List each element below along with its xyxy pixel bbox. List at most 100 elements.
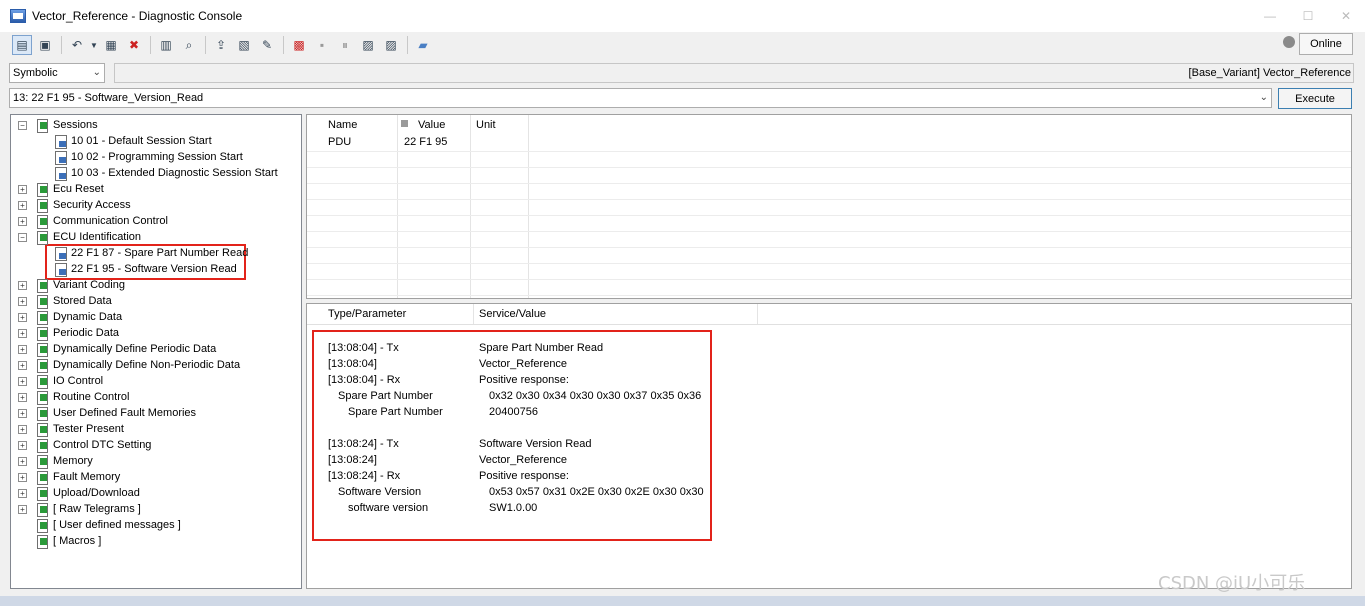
tree-folder[interactable]: Stored Data xyxy=(35,293,112,309)
delete-icon[interactable]: ✖ xyxy=(124,35,144,55)
folder-icon xyxy=(35,470,49,485)
tree-folder[interactable]: Tester Present xyxy=(35,421,124,437)
expand-icon[interactable]: + xyxy=(18,425,27,434)
expand-icon[interactable]: + xyxy=(18,457,27,466)
expand-icon[interactable]: + xyxy=(18,329,27,338)
online-button[interactable]: Online xyxy=(1299,33,1353,55)
tree-folder[interactable]: Sessions xyxy=(35,117,98,133)
log-parameter: [13:08:04] xyxy=(328,358,377,370)
tree-service[interactable]: 10 03 - Extended Diagnostic Session Star… xyxy=(53,165,278,181)
tree-folder[interactable]: IO Control xyxy=(35,373,103,389)
tree-service[interactable]: 22 F1 87 - Spare Part Number Read xyxy=(53,245,248,261)
save-icon[interactable]: ▥ xyxy=(156,35,176,55)
service-select[interactable]: 13: 22 F1 95 - Software_Version_Read ⌄ xyxy=(9,88,1272,108)
record-icon[interactable]: ▩ xyxy=(289,35,309,55)
column-header-unit[interactable]: Unit xyxy=(476,119,496,131)
row-divider xyxy=(307,231,1351,232)
tree-folder[interactable]: Routine Control xyxy=(35,389,129,405)
toolbar-separator xyxy=(407,36,408,54)
expand-icon[interactable]: + xyxy=(18,185,27,194)
tree-item-label: Fault Memory xyxy=(53,471,121,483)
export-icon[interactable]: ⇪ xyxy=(211,35,231,55)
expand-icon[interactable]: + xyxy=(18,393,27,402)
tree-folder[interactable]: Dynamic Data xyxy=(35,309,122,325)
edit-document-icon[interactable]: ✎ xyxy=(257,35,277,55)
mode-select[interactable]: Symbolic ⌄ xyxy=(9,63,105,83)
pause-icon[interactable]: ⏸ xyxy=(335,35,355,55)
tree-folder[interactable]: Periodic Data xyxy=(35,325,119,341)
app-icon xyxy=(10,9,26,23)
undo-icon[interactable]: ↶ xyxy=(67,35,87,55)
row-divider xyxy=(307,247,1351,248)
device-icon[interactable]: ▨ xyxy=(358,35,378,55)
tree-folder[interactable]: [ Raw Telegrams ] xyxy=(35,501,141,517)
tree-item-label: 22 F1 87 - Spare Part Number Read xyxy=(71,247,249,259)
console-view-icon[interactable]: ▤ xyxy=(12,35,32,55)
param-value[interactable]: 22 F1 95 xyxy=(404,136,447,148)
tree-folder[interactable]: Dynamically Define Periodic Data xyxy=(35,341,216,357)
tree-item-label: [ User defined messages ] xyxy=(53,519,181,531)
collapse-icon[interactable]: − xyxy=(18,121,27,130)
expand-icon[interactable]: + xyxy=(18,297,27,306)
scroll-area-right xyxy=(1355,114,1365,589)
tree-service[interactable]: 10 02 - Programming Session Start xyxy=(53,149,243,165)
expand-icon[interactable]: + xyxy=(18,489,27,498)
expand-icon[interactable]: + xyxy=(18,217,27,226)
row-divider xyxy=(307,167,1351,168)
document-icon[interactable]: ▧ xyxy=(234,35,254,55)
row-divider xyxy=(307,279,1351,280)
expand-icon[interactable]: + xyxy=(18,473,27,482)
service-document-icon xyxy=(53,150,67,165)
dropdown-arrow-icon[interactable]: ▼ xyxy=(90,35,98,55)
tree-folder[interactable]: Variant Coding xyxy=(35,277,125,293)
expand-icon[interactable]: + xyxy=(18,361,27,370)
expand-icon[interactable]: + xyxy=(18,345,27,354)
expand-icon[interactable]: + xyxy=(18,505,27,514)
expand-icon[interactable]: + xyxy=(18,377,27,386)
tree-folder[interactable]: Control DTC Setting xyxy=(35,437,151,453)
tree-folder[interactable]: [ Macros ] xyxy=(35,533,101,549)
expand-icon[interactable]: + xyxy=(18,313,27,322)
folder-icon xyxy=(35,326,49,341)
execute-button[interactable]: Execute xyxy=(1278,88,1352,109)
expand-icon[interactable]: + xyxy=(18,201,27,210)
column-divider xyxy=(473,304,474,324)
tree-item-label: Security Access xyxy=(53,199,131,211)
tree-folder[interactable]: Fault Memory xyxy=(35,469,120,485)
folder-icon xyxy=(35,438,49,453)
tree-folder[interactable]: Ecu Reset xyxy=(35,181,104,197)
tree-folder[interactable]: Upload/Download xyxy=(35,485,140,501)
sort-icon xyxy=(401,120,408,127)
tree-service[interactable]: 10 01 - Default Session Start xyxy=(53,133,212,149)
tree-folder[interactable]: Communication Control xyxy=(35,213,168,229)
tree-service[interactable]: 22 F1 95 - Software Version Read xyxy=(53,261,237,277)
expand-icon[interactable]: + xyxy=(18,409,27,418)
service-document-icon xyxy=(53,246,67,261)
tree-folder[interactable]: ECU Identification xyxy=(35,229,141,245)
tree-folder[interactable]: Memory xyxy=(35,453,93,469)
maximize-icon[interactable]: ☐ xyxy=(1289,0,1327,32)
device-disconnect-icon[interactable]: ▨ xyxy=(381,35,401,55)
service-tree[interactable]: Sessions − 10 01 - Default Session Start 10… xyxy=(10,114,302,589)
tree-folder[interactable]: Dynamically Define Non-Periodic Data xyxy=(35,357,240,373)
binoculars-icon[interactable]: ⌕ xyxy=(179,35,199,55)
tree-folder[interactable]: User Defined Fault Memories xyxy=(35,405,196,421)
collapse-icon[interactable]: − xyxy=(18,233,27,242)
tree-folder[interactable]: [ User defined messages ] xyxy=(35,517,181,533)
stop-icon[interactable]: ▪ xyxy=(312,35,332,55)
expand-icon[interactable]: + xyxy=(18,441,27,450)
minimize-icon[interactable]: — xyxy=(1251,0,1289,32)
column-header-value[interactable]: Value xyxy=(418,119,445,131)
folder-icon xyxy=(35,294,49,309)
window-icon[interactable]: ▣ xyxy=(35,35,55,55)
close-icon[interactable]: ✕ xyxy=(1327,0,1365,32)
column-header-service-value[interactable]: Service/Value xyxy=(479,308,546,320)
column-header-type-parameter[interactable]: Type/Parameter xyxy=(328,308,406,320)
log-parameter: software version xyxy=(348,502,429,514)
folder-icon[interactable]: ▰ xyxy=(413,35,433,55)
expand-icon[interactable]: + xyxy=(18,281,27,290)
tree-folder[interactable]: Security Access xyxy=(35,197,131,213)
grid-icon[interactable]: ▦ xyxy=(101,35,121,55)
column-header-name[interactable]: Name xyxy=(328,119,357,131)
toolbar-separator xyxy=(61,36,62,54)
